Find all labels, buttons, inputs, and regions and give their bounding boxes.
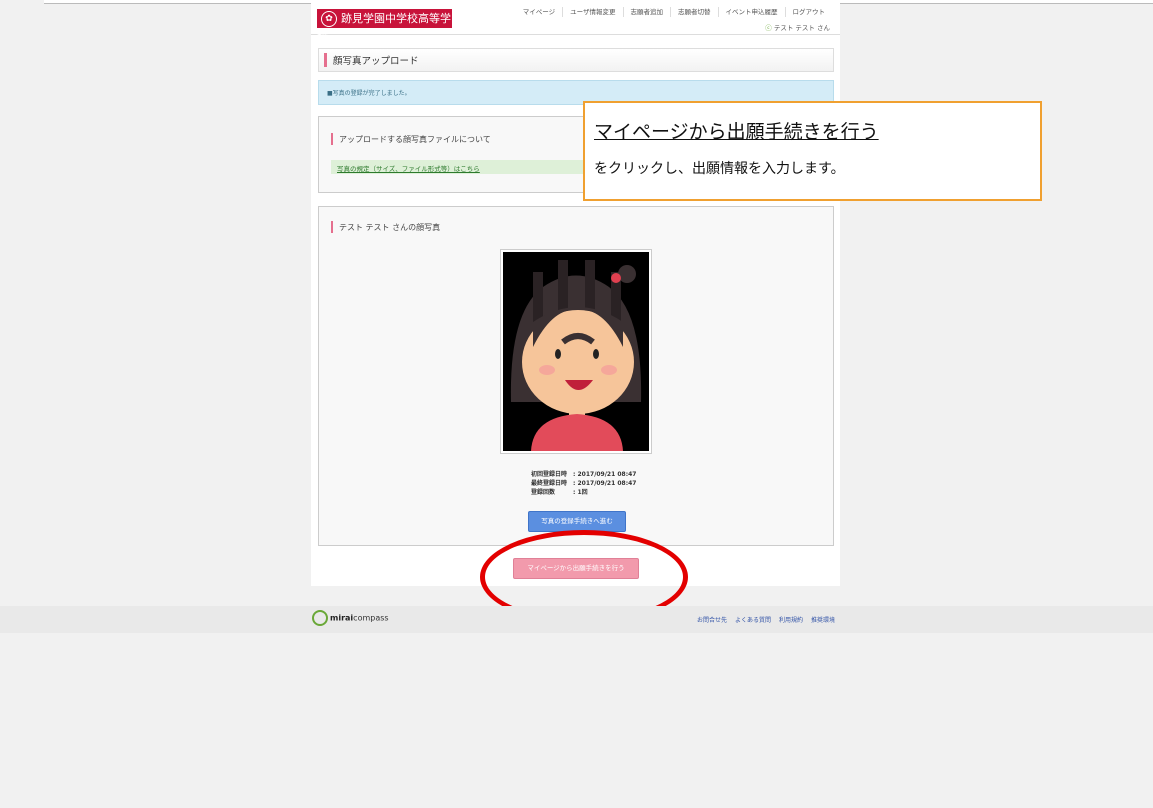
- compass-icon: [312, 610, 328, 626]
- instruction-callout: マイページから出願手続きを行う をクリックし、出願情報を入力します。: [583, 101, 1042, 201]
- callout-heading: マイページから出願手続きを行う: [594, 121, 879, 143]
- nav-logout[interactable]: ログアウト: [784, 7, 833, 17]
- user-label: ⓒ テスト テスト さん: [765, 22, 830, 32]
- page-title-bar: 顔写真アップロード: [318, 48, 834, 72]
- meta-value: : 2017/09/21 08:47: [573, 480, 637, 487]
- photo-registration-button[interactable]: 写真の登録手続きへ進む: [528, 511, 626, 532]
- user-name: テスト テスト さん: [773, 24, 830, 32]
- school-emblem-icon: ✿: [321, 11, 337, 27]
- title-accent-bar: [324, 53, 327, 67]
- photo-registration-info: 初回登録日時 : 2017/09/21 08:47 最終登録日時 : 2017/09…: [531, 470, 636, 497]
- notice-text: ■写真の登録が完了しました。: [327, 90, 411, 97]
- site-header: ✿ 跡見学園中学校高等学校 マイページ ユーザ情報変更 志願者追加 志願者切替 イ…: [311, 3, 840, 44]
- nav-add-applicant[interactable]: 志願者追加: [622, 7, 671, 17]
- photo-section-title: テスト テスト さんの顔写真: [339, 223, 441, 232]
- nav-mypage[interactable]: マイページ: [516, 7, 562, 17]
- footer-link-contact[interactable]: お問合せ先: [697, 615, 727, 624]
- page-title: 顔写真アップロード: [333, 56, 419, 67]
- footer-link-environment[interactable]: 推奨環境: [811, 615, 835, 624]
- face-photo: [500, 249, 652, 454]
- face-photo-illustration: [503, 252, 649, 451]
- callout-body: をクリックし、出願情報を入力します。: [594, 161, 845, 177]
- meta-label: 最終登録日時: [531, 480, 568, 487]
- footer-links: お問合せ先 よくある質問 利用規約 推奨環境: [697, 615, 835, 624]
- meta-value: : 2017/09/21 08:47: [573, 471, 637, 478]
- user-icon: ⓒ: [765, 24, 772, 32]
- upload-section-title: アップロードする顔写真ファイルについて: [339, 135, 491, 144]
- nav-user-info[interactable]: ユーザ情報変更: [562, 7, 622, 17]
- section-accent-bar: [331, 133, 333, 145]
- meta-label: 初回登録日時: [531, 471, 568, 478]
- meta-value: : 1回: [573, 489, 588, 496]
- photo-rules-box: 写真の規定（サイズ、ファイル形式等）はこちら: [331, 160, 591, 174]
- header-nav: マイページ ユーザ情報変更 志願者追加 志願者切替 イベント申込履歴 ログアウト: [516, 7, 832, 17]
- nav-switch-applicant[interactable]: 志願者切替: [670, 7, 718, 17]
- nav-event-history[interactable]: イベント申込履歴: [717, 7, 785, 17]
- miraicompass-logo[interactable]: miraicompass: [312, 610, 389, 626]
- photo-rules-link[interactable]: 写真の規定（サイズ、ファイル形式等）はこちら: [337, 163, 480, 173]
- site-footer: [0, 606, 1153, 633]
- logo-rest-text: compass: [353, 613, 389, 623]
- footer-link-faq[interactable]: よくある質問: [735, 615, 771, 624]
- logo-bold-text: mirai: [330, 613, 354, 623]
- school-logo[interactable]: ✿ 跡見学園中学校高等学校: [317, 9, 452, 44]
- footer-link-terms[interactable]: 利用規約: [779, 615, 803, 624]
- meta-label: 登録回数: [531, 489, 556, 496]
- section-accent-bar: [331, 221, 333, 233]
